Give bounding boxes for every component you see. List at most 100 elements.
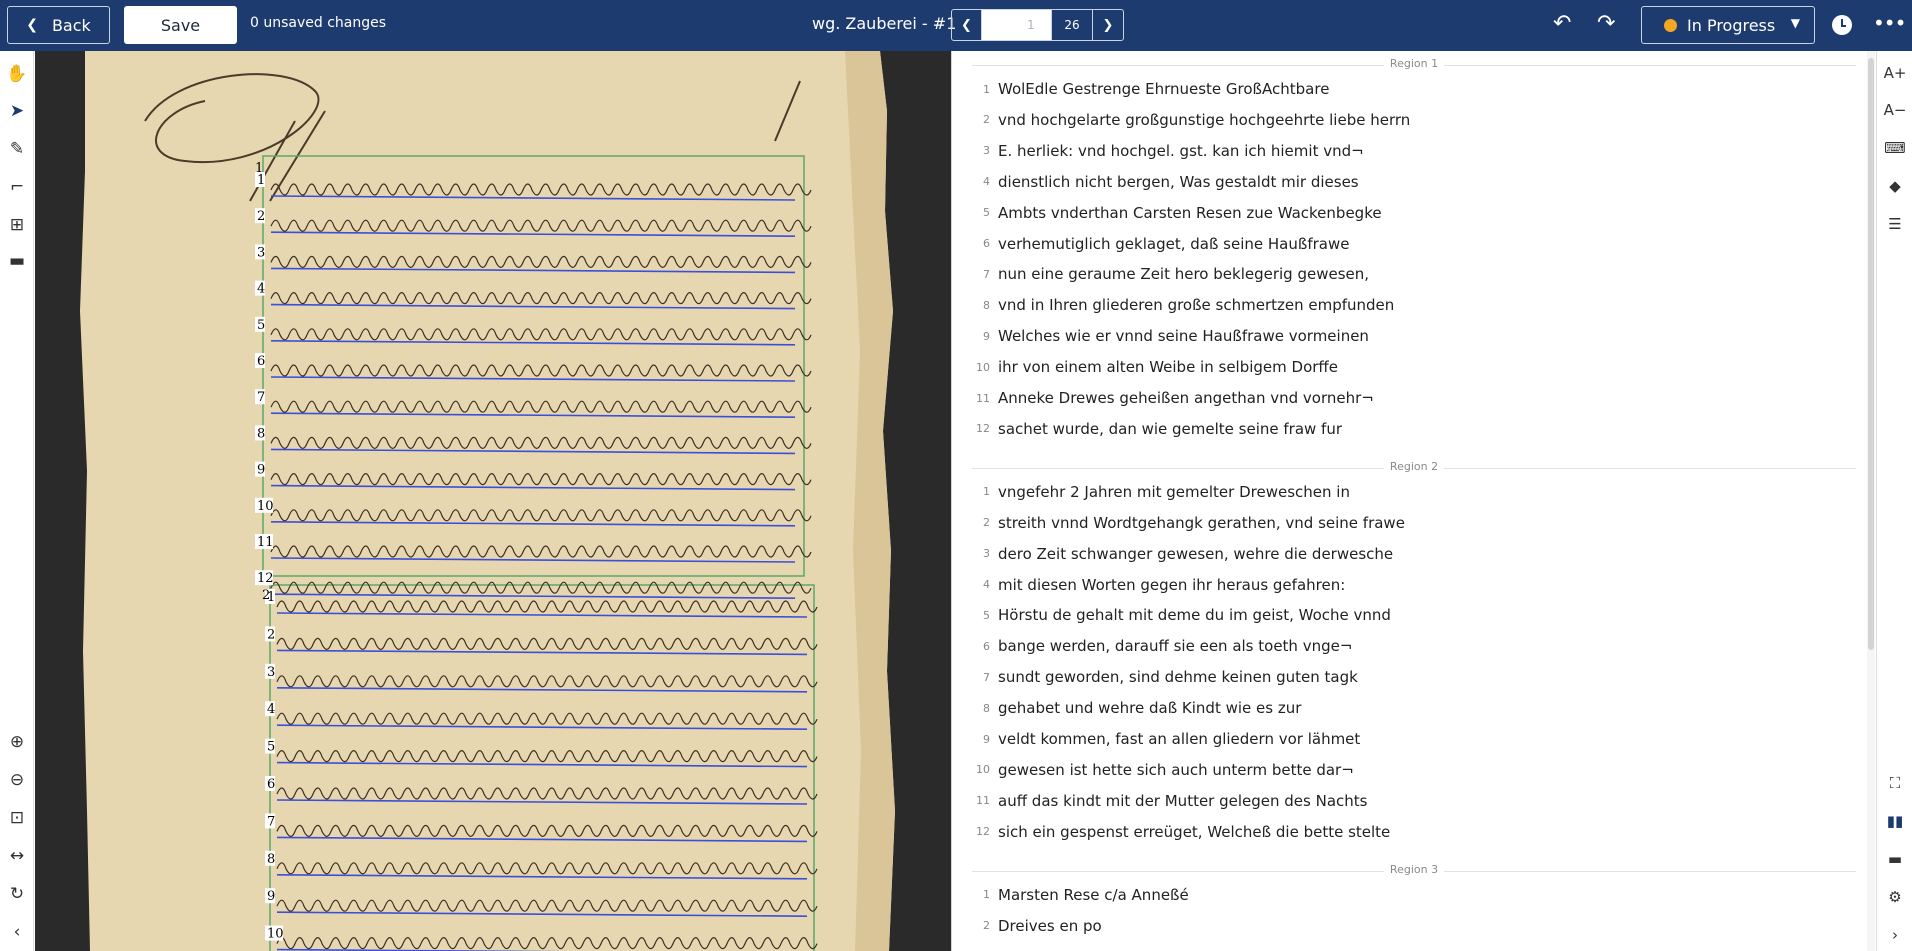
- settings-icon[interactable]: ⚙: [1883, 885, 1907, 909]
- line-text[interactable]: dienstlich nicht bergen, Was gestaldt mi…: [998, 173, 1359, 191]
- page-number-input[interactable]: 1: [982, 10, 1052, 40]
- hand-icon[interactable]: ✋: [4, 61, 30, 87]
- line-text[interactable]: Dreives en po: [998, 917, 1102, 935]
- history-icon[interactable]: [1832, 15, 1852, 35]
- transcript-line[interactable]: 5 Ambts vnderthan Carsten Resen zue Wacke…: [972, 202, 1382, 224]
- zoom-in-icon[interactable]: ⊕: [4, 729, 30, 755]
- zoom-out-icon[interactable]: ⊖: [4, 767, 30, 793]
- prev-page-button[interactable]: ❮: [952, 10, 982, 40]
- line-text[interactable]: vngefehr 2 Jahren mit gemelter Drewesche…: [998, 483, 1350, 501]
- line-text[interactable]: verhemutiglich geklaget, daß seine Haußf…: [998, 235, 1349, 253]
- transcript-line[interactable]: 10 gewesen ist hette sich auch unterm bet…: [972, 759, 1354, 781]
- unsaved-changes-status: 0 unsaved changes: [250, 15, 387, 31]
- chevron-right-icon: ❯: [1102, 17, 1114, 33]
- line-number: 6: [983, 639, 990, 653]
- line-number-label: 4: [257, 282, 265, 297]
- line-text[interactable]: streith vnnd Wordtgehangk gerathen, vnd …: [998, 514, 1405, 532]
- transcript-line[interactable]: 11 Anneke Drewes geheißen angethan vnd vo…: [972, 387, 1374, 409]
- status-dropdown[interactable]: In Progress ▼: [1641, 6, 1815, 44]
- scrollbar-thumb[interactable]: [1868, 58, 1874, 650]
- line-text[interactable]: bange werden, darauff sie een als toeth …: [998, 637, 1352, 655]
- fullscreen-icon[interactable]: ⛶: [1883, 771, 1907, 795]
- back-button[interactable]: ❮ Back: [7, 6, 110, 44]
- transcript-line[interactable]: 2 streith vnnd Wordtgehangk gerathen, vnd…: [972, 512, 1405, 534]
- document-title: wg. Zauberei - #1: [812, 14, 957, 33]
- line-number: 8: [983, 298, 990, 312]
- transcript-line[interactable]: 4 dienstlich nicht bergen, Was gestaldt m…: [972, 171, 1359, 193]
- line-text[interactable]: gewesen ist hette sich auch unterm bette…: [998, 761, 1354, 779]
- line-text[interactable]: WolEdle Gestrenge Ehrnueste GroßAchtbare: [998, 80, 1329, 98]
- transcript-line[interactable]: 3 dero Zeit schwanger gewesen, wehre die …: [972, 543, 1393, 565]
- document-image-viewer[interactable]: 1 2 3 4 5 6 7 8 9 10 11 12 1 2 3 4 5 6 7 8 9 10 1 2: [35, 51, 951, 951]
- line-text[interactable]: veldt kommen, fast an allen gliedern vor…: [998, 730, 1360, 748]
- undo-icon[interactable]: ↶: [1553, 11, 1571, 36]
- transcript-line[interactable]: 2 vnd hochgelarte großgunstige hochgeehrt…: [972, 109, 1410, 131]
- transcript-line[interactable]: 9 veldt kommen, fast an allen gliedern vo…: [972, 728, 1360, 750]
- rows-icon[interactable]: ▬: [1883, 847, 1907, 871]
- line-text[interactable]: nun eine geraume Zeit hero beklegerig ge…: [998, 265, 1369, 283]
- transcript-line[interactable]: 2 Dreives en po: [972, 915, 1102, 937]
- line-number-label: 6: [267, 777, 275, 792]
- transcript-line[interactable]: 4 mit diesen Worten gegen ihr heraus gefa…: [972, 574, 1345, 596]
- line-text[interactable]: Hörstu de gehalt mit deme du im geist, W…: [998, 606, 1391, 624]
- line-text[interactable]: E. herliek: vnd hochgel. gst. kan ich hi…: [998, 142, 1364, 160]
- transcript-line[interactable]: 12 sachet wurde, dan wie gemelte seine fr…: [972, 418, 1342, 440]
- save-button[interactable]: Save: [124, 6, 237, 44]
- transcript-line[interactable]: 7 sundt geworden, sind dehme keinen guten…: [972, 666, 1358, 688]
- line-number: 7: [983, 670, 990, 684]
- keyboard-icon[interactable]: ⌨: [1883, 136, 1907, 160]
- ruler-icon[interactable]: ▬: [4, 248, 30, 274]
- font-increase-icon[interactable]: A+: [1883, 61, 1907, 85]
- crop-icon[interactable]: ⌐: [4, 174, 30, 200]
- line-text[interactable]: Ambts vnderthan Carsten Resen zue Wacken…: [998, 204, 1382, 222]
- transcript-line[interactable]: 5 Hörstu de gehalt mit deme du im geist, …: [972, 604, 1391, 626]
- transcript-line[interactable]: 3 E. herliek: vnd hochgel. gst. kan ich h…: [972, 140, 1364, 162]
- layout-icon[interactable]: ⊞: [4, 212, 30, 238]
- transcript-line[interactable]: 1 vngefehr 2 Jahren mit gemelter Drewesch…: [972, 481, 1350, 503]
- list-icon[interactable]: ☰: [1883, 212, 1907, 236]
- rotate-icon[interactable]: ↻: [4, 881, 30, 907]
- transcript-line[interactable]: 1 Marsten Rese c/a Anneßé: [972, 884, 1189, 906]
- line-text[interactable]: sachet wurde, dan wie gemelte seine fraw…: [998, 420, 1342, 438]
- transcript-line[interactable]: 8 vnd in Ihren gliederen große schmertzen…: [972, 294, 1394, 316]
- line-text[interactable]: mit diesen Worten gegen ihr heraus gefah…: [998, 576, 1345, 594]
- transcript-line[interactable]: 6 bange werden, darauff sie een als toeth…: [972, 635, 1352, 657]
- fit-icon[interactable]: ⊡: [4, 805, 30, 831]
- line-text[interactable]: Anneke Drewes geheißen angethan vnd vorn…: [998, 389, 1374, 407]
- line-number: 7: [983, 267, 990, 281]
- transcript-line[interactable]: 8 gehabet und wehre daß Kindt wie es zur: [972, 697, 1301, 719]
- line-text[interactable]: sundt geworden, sind dehme keinen guten …: [998, 668, 1358, 686]
- line-text[interactable]: dero Zeit schwanger gewesen, wehre die d…: [998, 545, 1393, 563]
- transcript-line[interactable]: 6 verhemutiglich geklaget, daß seine Hauß…: [972, 233, 1349, 255]
- region-label: Region 3: [1383, 862, 1445, 876]
- pointer-icon[interactable]: ➤: [4, 98, 30, 124]
- tag-icon[interactable]: ◆: [1883, 174, 1907, 198]
- font-decrease-icon[interactable]: A−: [1883, 98, 1907, 122]
- transcript-line[interactable]: 10 ihr von einem alten Weibe in selbigem …: [972, 356, 1338, 378]
- transcript-line[interactable]: 7 nun eine geraume Zeit hero beklegerig g…: [972, 263, 1369, 285]
- collapse-left-icon[interactable]: ‹: [4, 919, 30, 945]
- redo-icon[interactable]: ↷: [1597, 11, 1615, 36]
- line-text[interactable]: vnd hochgelarte großgunstige hochgeehrte…: [998, 111, 1410, 129]
- transcript-line[interactable]: 9 Welches wie er vnnd seine Haußfrawe vor…: [972, 325, 1369, 347]
- transcript-line[interactable]: 12 sich ein gespenst erreüget, Welcheß di…: [972, 821, 1390, 843]
- pen-icon[interactable]: ✎: [4, 136, 30, 162]
- collapse-right-icon[interactable]: ›: [1883, 923, 1907, 947]
- transcript-line[interactable]: 11 auff das kindt mit der Mutter gelegen …: [972, 790, 1368, 812]
- chevron-left-icon: ❮: [961, 17, 972, 33]
- line-text[interactable]: gehabet und wehre daß Kindt wie es zur: [998, 699, 1301, 717]
- line-text[interactable]: vnd in Ihren gliederen große schmertzen …: [998, 296, 1394, 314]
- next-page-button[interactable]: ❯: [1093, 10, 1123, 40]
- line-number: 6: [983, 237, 990, 250]
- chevron-down-icon: ▼: [1790, 16, 1800, 30]
- fit-width-icon[interactable]: ↔: [4, 843, 30, 869]
- more-horizontal-icon[interactable]: •••: [1873, 11, 1906, 35]
- line-text[interactable]: auff das kindt mit der Mutter gelegen de…: [998, 792, 1368, 810]
- transcript-line[interactable]: 1 WolEdle Gestrenge Ehrnueste GroßAchtbar…: [972, 78, 1329, 100]
- columns-icon[interactable]: ▮▮: [1883, 809, 1907, 833]
- line-text[interactable]: ihr von einem alten Weibe in selbigem Do…: [998, 358, 1338, 376]
- line-text[interactable]: Welches wie er vnnd seine Haußfrawe vorm…: [998, 327, 1369, 345]
- line-text[interactable]: sich ein gespenst erreüget, Welcheß die …: [998, 823, 1390, 841]
- status-dot: [1664, 18, 1677, 32]
- line-text[interactable]: Marsten Rese c/a Anneßé: [998, 886, 1189, 904]
